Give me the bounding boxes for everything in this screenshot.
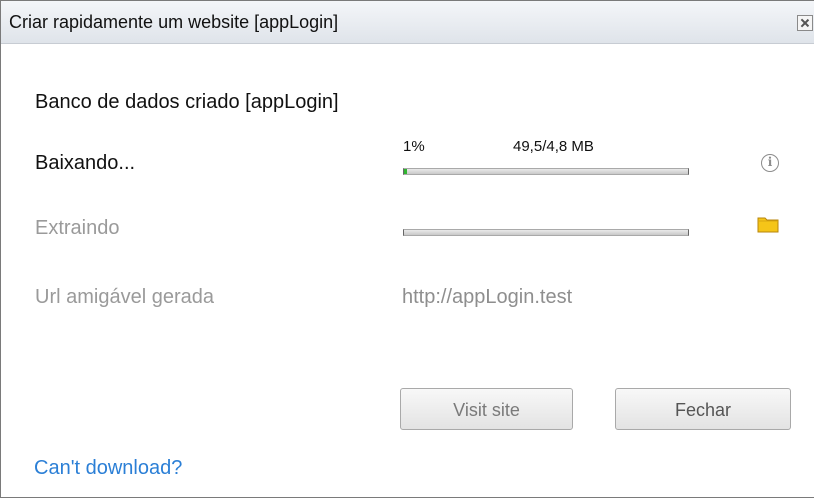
download-progress-bar (403, 168, 689, 175)
download-label: Baixando... (35, 152, 136, 174)
url-value: http://appLogin.test (402, 286, 573, 308)
download-percent: 1% (403, 138, 425, 155)
dialog-window: Criar rapidamente um website [appLogin] … (0, 0, 814, 498)
close-button[interactable]: Fechar (615, 388, 791, 430)
status-heading: Banco de dados criado [appLogin] (35, 91, 339, 113)
window-title: Criar rapidamente um website [appLogin] (9, 12, 339, 32)
url-label: Url amigável gerada (35, 286, 214, 308)
download-size: 49,5/4,8 MB (513, 138, 594, 155)
extract-progress-bar (403, 229, 689, 236)
info-icon[interactable]: i (761, 154, 779, 172)
visit-site-button[interactable]: Visit site (400, 388, 573, 430)
close-window-button[interactable] (797, 15, 813, 31)
cant-download-link[interactable]: Can't download? (34, 457, 182, 480)
download-progress-fill (404, 169, 407, 174)
title-bar: Criar rapidamente um website [appLogin] (1, 1, 814, 44)
extract-label: Extraindo (35, 217, 120, 239)
folder-icon[interactable] (757, 215, 779, 233)
